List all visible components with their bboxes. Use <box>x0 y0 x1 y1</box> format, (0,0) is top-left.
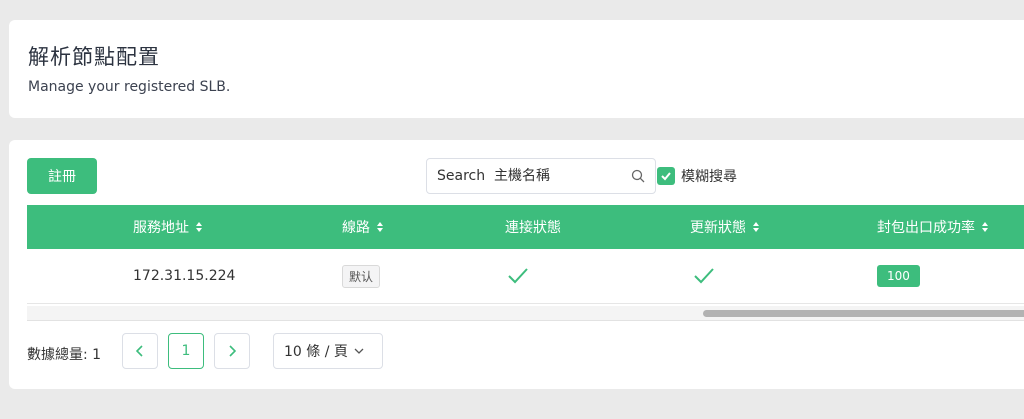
page-number-button[interactable]: 1 <box>168 333 204 369</box>
check-icon <box>694 268 714 284</box>
column-label: 封包出口成功率 <box>877 220 975 236</box>
column-header-update-status[interactable]: 更新狀態 <box>690 205 760 249</box>
scrollbar-thumb[interactable] <box>703 310 1024 317</box>
column-header-connect-status: 連接狀態 <box>505 205 561 249</box>
column-header-success-rate[interactable]: 封包出口成功率 <box>877 205 989 249</box>
page-subtitle: Manage your registered SLB. <box>28 79 231 95</box>
connect-status-cell <box>507 249 529 303</box>
chevron-left-icon <box>136 345 143 357</box>
header-card: 解析節點配置 Manage your registered SLB. <box>9 20 1024 118</box>
check-icon <box>508 268 528 284</box>
main-card: 註冊 模糊搜尋 服務地址 線路 連接狀態 更新狀態 <box>9 140 1024 389</box>
column-label: 更新狀態 <box>690 220 746 236</box>
column-header-address[interactable]: 服務地址 <box>133 205 203 249</box>
column-header-line[interactable]: 線路 <box>342 205 384 249</box>
column-label: 連接狀態 <box>505 220 561 236</box>
check-icon <box>661 172 671 181</box>
prev-page-button[interactable] <box>122 333 158 369</box>
column-label: 服務地址 <box>133 220 189 236</box>
search-box[interactable] <box>426 158 656 194</box>
horizontal-scrollbar[interactable] <box>27 306 1024 321</box>
register-button[interactable]: 註冊 <box>27 158 97 194</box>
update-status-cell <box>693 249 715 303</box>
sort-icon[interactable] <box>376 221 384 233</box>
chevron-down-icon <box>354 348 364 354</box>
success-rate-badge: 100 <box>877 265 920 287</box>
column-label: 線路 <box>342 220 370 236</box>
table-header: 服務地址 線路 連接狀態 更新狀態 封包出口成功率 <box>27 205 1024 249</box>
search-input[interactable] <box>435 167 629 185</box>
search-icon[interactable] <box>631 169 645 183</box>
line-cell: 默认 <box>342 249 381 303</box>
sort-icon[interactable] <box>981 221 989 233</box>
address-cell: 172.31.15.224 <box>133 268 236 284</box>
page-size-select[interactable]: 10 條 / 頁 <box>273 333 383 369</box>
row-divider <box>27 303 1024 304</box>
table-row: 172.31.15.224 默认 100 <box>27 249 1024 303</box>
next-page-button[interactable] <box>214 333 250 369</box>
total-count: 數據總量: 1 <box>27 347 102 363</box>
fuzzy-checkbox[interactable] <box>657 167 675 185</box>
line-tag: 默认 <box>342 264 381 288</box>
page-size-label: 10 條 / 頁 <box>284 344 348 360</box>
fuzzy-label: 模糊搜尋 <box>681 169 737 185</box>
fuzzy-search-toggle[interactable]: 模糊搜尋 <box>657 166 737 186</box>
chevron-right-icon <box>229 345 236 357</box>
sort-icon[interactable] <box>752 221 760 233</box>
success-rate-cell: 100 <box>877 249 920 303</box>
page-title: 解析節點配置 <box>28 45 160 69</box>
sort-icon[interactable] <box>195 221 203 233</box>
